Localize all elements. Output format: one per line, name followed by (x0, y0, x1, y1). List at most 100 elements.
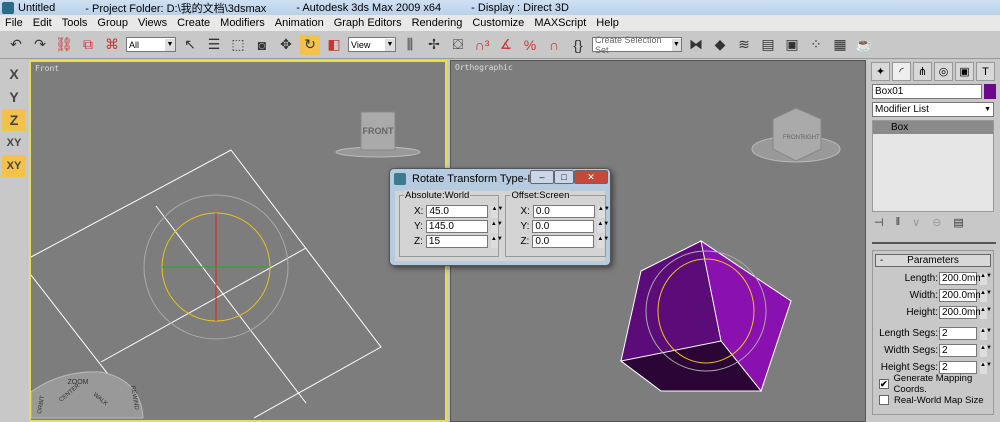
menu-tools[interactable]: Tools (57, 17, 93, 29)
modify-tab-icon[interactable]: ◜ (892, 62, 911, 81)
length-field[interactable]: 200.0mm (939, 272, 984, 285)
motion-tab-icon[interactable]: ◎ (934, 62, 953, 81)
menu-modifiers[interactable]: Modifiers (215, 17, 270, 29)
spinner-icon[interactable]: ▲▼ (980, 327, 992, 340)
spinner-icon[interactable]: ▲▼ (980, 306, 992, 319)
off-x-field[interactable]: 0.0 (532, 205, 595, 218)
selection-filter-dropdown[interactable]: All ▼ (126, 37, 176, 52)
generate-mapping-checkbox[interactable]: ✔ Generate Mapping Coords. (873, 373, 993, 395)
make-unique-icon[interactable]: ∨ (912, 216, 920, 229)
minimize-button[interactable]: – (530, 170, 554, 184)
align-icon[interactable]: ◆ (710, 35, 730, 55)
select-object-icon[interactable]: ↖ (180, 35, 200, 55)
menu-views[interactable]: Views (133, 17, 172, 29)
render-setup-icon[interactable]: ▦ (830, 35, 850, 55)
rotate-icon[interactable]: ↻ (300, 34, 320, 55)
select-by-name-icon[interactable]: ☰ (204, 35, 224, 55)
hierarchy-tab-icon[interactable]: ⋔ (913, 62, 932, 81)
steering-wheel[interactable]: ZOOM CENTER WALK ORBIT REWIND (31, 371, 144, 419)
menu-file[interactable]: File (0, 17, 28, 29)
off-z-field[interactable]: 0.0 (532, 235, 595, 248)
edit-named-sets-icon[interactable]: {} (568, 35, 588, 55)
main-toolbar: ↶ ↷ ⛓ ⧉ ⌘ All ▼ ↖ ☰ ⬚ ◙ ✥ ↻ ◧ View ▼ ⫼ ✢ ⛋… (0, 31, 1000, 59)
pivot-center-icon[interactable]: ⫼ (400, 35, 420, 55)
menu-customize[interactable]: Customize (467, 17, 529, 29)
keyboard-shortcut-icon[interactable]: ⛋ (448, 35, 468, 55)
unlink-icon[interactable]: ⧉ (78, 35, 98, 55)
spinner-icon[interactable]: ▲▼ (597, 235, 609, 248)
configure-sets-icon[interactable]: ▤ (953, 216, 963, 229)
redo-icon[interactable]: ↷ (30, 35, 50, 55)
menu-animation[interactable]: Animation (270, 17, 329, 29)
spinner-icon[interactable]: ▲▼ (980, 344, 992, 357)
axis-xy-snap-button[interactable]: XY (2, 155, 26, 177)
width-field[interactable]: 200.0mm (939, 289, 984, 302)
scale-icon[interactable]: ◧ (324, 35, 344, 55)
spinner-icon[interactable]: ▲▼ (597, 220, 609, 233)
ref-coord-dropdown[interactable]: View ▼ (348, 37, 396, 52)
modifier-list-dropdown[interactable]: Modifier List ▼ (872, 102, 994, 117)
create-tab-icon[interactable]: ✦ (871, 62, 890, 81)
menu-rendering[interactable]: Rendering (407, 17, 468, 29)
undo-icon[interactable]: ↶ (6, 35, 26, 55)
window-crossing-icon[interactable]: ◙ (252, 35, 272, 55)
object-color-swatch[interactable] (984, 84, 996, 99)
stack-item-box[interactable]: Box (873, 121, 993, 134)
axis-z-button[interactable]: Z (2, 109, 26, 131)
spinner-icon[interactable]: ▲▼ (980, 361, 992, 374)
abs-y-field[interactable]: 145.0 (425, 220, 488, 233)
menu-create[interactable]: Create (172, 17, 215, 29)
height-field[interactable]: 200.0mm (939, 306, 984, 319)
object-name-field[interactable]: Box01 (872, 84, 982, 99)
spinner-icon[interactable]: ▲▼ (980, 272, 992, 285)
named-selection-dropdown[interactable]: Create Selection Set ▼ (592, 35, 682, 55)
rotate-transform-type-in-dialog: Rotate Transform Type-In – □ ✕ Absolute:… (389, 168, 611, 266)
menu-graph-editors[interactable]: Graph Editors (329, 17, 407, 29)
off-y-field[interactable]: 0.0 (532, 220, 595, 233)
spinner-snap-icon[interactable]: ∩ (544, 35, 564, 55)
menu-group[interactable]: Group (92, 17, 133, 29)
spinner-icon[interactable]: ▲▼ (980, 289, 992, 302)
schematic-view-icon[interactable]: ▣ (782, 35, 802, 55)
width-segs-field[interactable]: 2 (939, 344, 977, 357)
axis-constraints-toolbar: X Y Z XY XY (0, 62, 28, 182)
curve-editor-icon[interactable]: ▤ (758, 35, 778, 55)
menu-help[interactable]: Help (591, 17, 624, 29)
axis-x-button[interactable]: X (2, 63, 26, 85)
real-world-map-checkbox[interactable]: Real-World Map Size (873, 392, 993, 408)
spinner-icon[interactable]: ▲▼ (491, 205, 503, 218)
spinner-icon[interactable]: ▲▼ (490, 235, 503, 248)
menu-edit[interactable]: Edit (28, 17, 57, 29)
mirror-icon[interactable]: ⧓ (686, 35, 706, 55)
angle-snap-icon[interactable]: ∡ (496, 35, 516, 55)
percent-snap-icon[interactable]: % (520, 35, 540, 55)
maximize-button[interactable]: □ (554, 170, 574, 184)
bind-space-warp-icon[interactable]: ⌘ (102, 35, 122, 55)
axis-xy-button[interactable]: XY (2, 132, 26, 154)
absolute-world-group: Absolute:World X: 45.0 ▲▼ Y: 145.0 ▲▼ Z: 15 ▲▼ (399, 190, 503, 257)
render-icon[interactable]: ☕ (854, 35, 874, 55)
abs-z-field[interactable]: 15 (425, 235, 488, 248)
abs-x-field[interactable]: 45.0 (426, 205, 489, 218)
material-editor-icon[interactable]: ⁘ (806, 35, 826, 55)
layer-manager-icon[interactable]: ≋ (734, 35, 754, 55)
link-icon[interactable]: ⛓ (54, 35, 74, 55)
menu-maxscript[interactable]: MAXScript (529, 17, 591, 29)
length-segs-field[interactable]: 2 (939, 327, 977, 340)
remove-modifier-icon[interactable]: ⊖ (932, 216, 941, 229)
show-end-result-icon[interactable]: ‖ (896, 216, 901, 229)
spinner-icon[interactable]: ▲▼ (490, 220, 503, 233)
axis-y-button[interactable]: Y (2, 86, 26, 108)
close-button[interactable]: ✕ (574, 170, 608, 184)
manipulate-icon[interactable]: ✢ (424, 35, 444, 55)
pin-stack-icon[interactable]: ⊣ (874, 216, 884, 229)
parameters-rollout-header[interactable]: - Parameters (875, 254, 991, 267)
move-icon[interactable]: ✥ (276, 35, 296, 55)
spinner-icon[interactable]: ▲▼ (597, 205, 610, 218)
snap-3d-icon[interactable]: ∩³ (472, 35, 492, 55)
rect-selection-icon[interactable]: ⬚ (228, 35, 248, 55)
group-label: Offset:Screen (510, 190, 571, 201)
display-tab-icon[interactable]: ▣ (955, 62, 974, 81)
utilities-tab-icon[interactable]: T (976, 62, 995, 81)
viewport-front[interactable]: Front FRONT ZOOM CENTER WALK ORBIT REWIN… (29, 60, 447, 422)
